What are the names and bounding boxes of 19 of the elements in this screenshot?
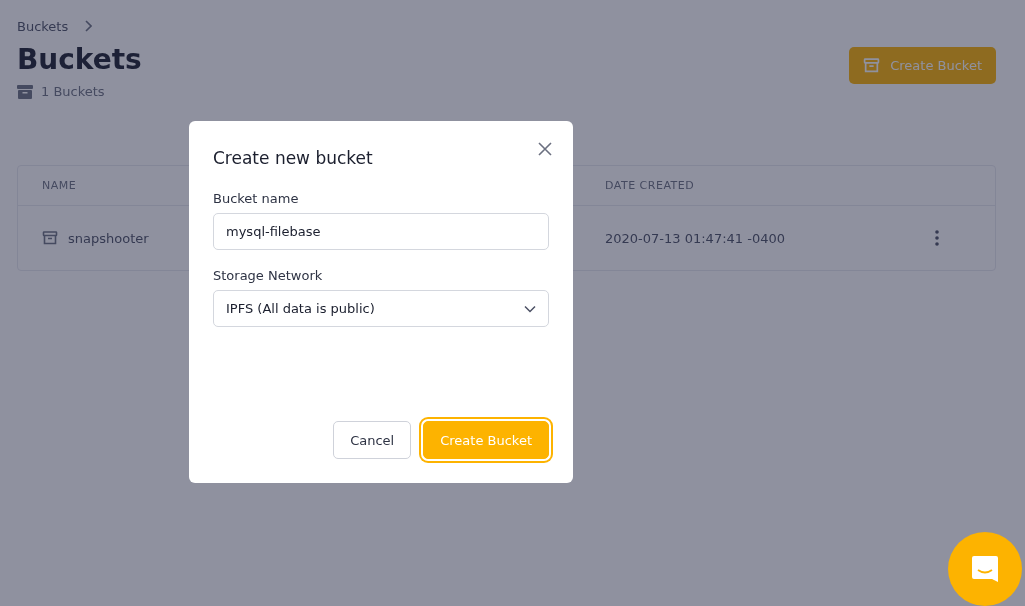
dialog-title: Create new bucket: [213, 147, 374, 169]
archive-box-icon: [863, 57, 881, 74]
page-title: Buckets: [17, 42, 142, 78]
archive-box-icon: [17, 84, 33, 99]
date-cell-text: 2020-07-13 01:47:41 -0400: [605, 230, 786, 246]
breadcrumb-link[interactable]: Buckets: [17, 18, 69, 34]
bucket-name[interactable]: snapshooter: [68, 230, 149, 246]
field-label: Storage Network: [213, 268, 324, 283]
more-options-icon[interactable]: [935, 230, 939, 246]
chevron-down-icon: [524, 304, 536, 313]
bucket-count: 1 Buckets: [41, 84, 105, 99]
column-header: DATE CREATED: [605, 179, 696, 192]
field-label: Bucket name: [213, 191, 300, 206]
bucket-name-input[interactable]: mysql-filebase: [213, 213, 549, 250]
archive-box-icon: [42, 230, 58, 246]
chevron-right-icon: [84, 20, 93, 32]
storage-network-select[interactable]: IPFS (All data is public): [213, 290, 549, 327]
column-header: NAME: [42, 179, 78, 192]
cancel-button[interactable]: Cancel: [333, 421, 412, 459]
